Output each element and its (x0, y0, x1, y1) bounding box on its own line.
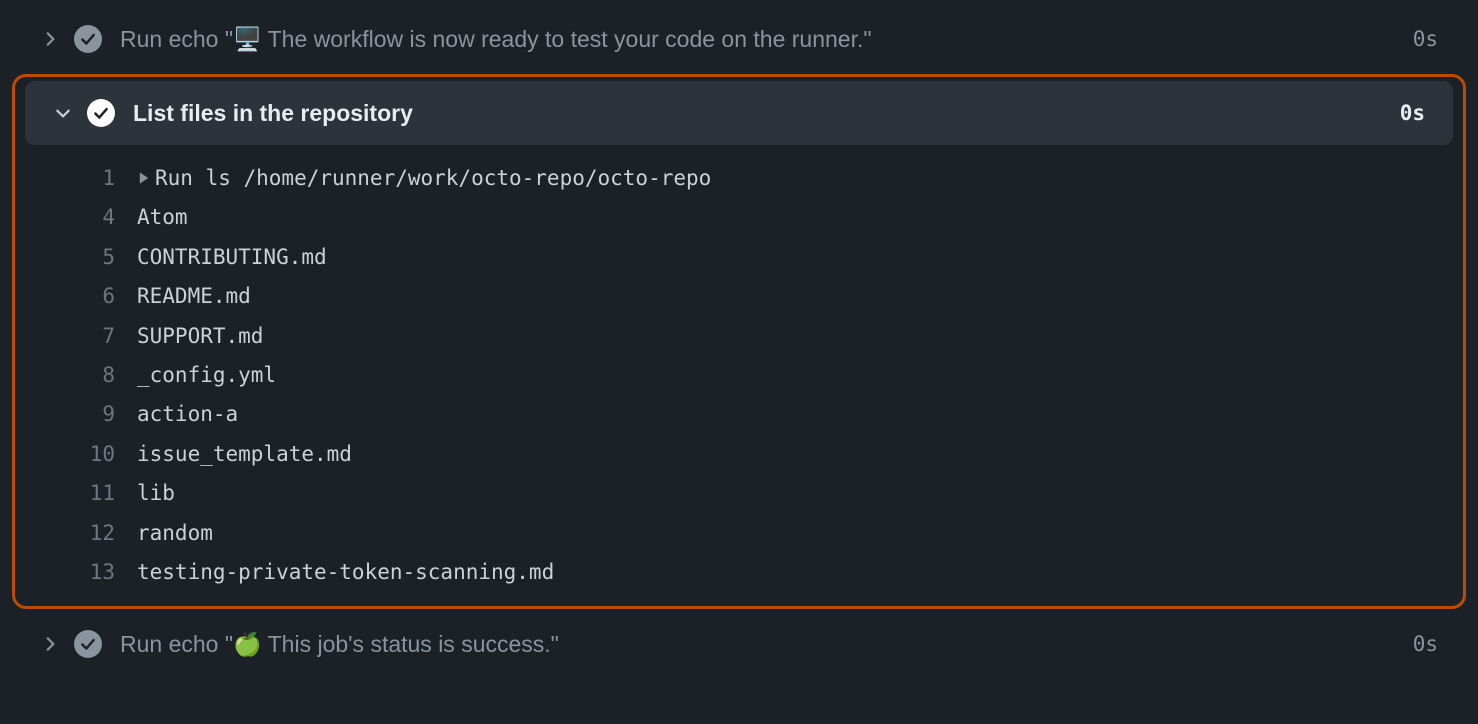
step-title: Run echo "🖥️ The workflow is now ready t… (120, 26, 1413, 53)
log-line: 13testing-private-token-scanning.md (15, 553, 1463, 592)
step-title: List files in the repository (133, 100, 1400, 127)
log-text: CONTRIBUTING.md (137, 243, 327, 272)
log-text: Atom (137, 203, 188, 232)
line-number: 12 (15, 519, 137, 548)
workflow-step-ready[interactable]: Run echo "🖥️ The workflow is now ready t… (0, 10, 1478, 68)
check-circle-icon (87, 99, 115, 127)
line-number: 11 (15, 479, 137, 508)
log-text: random (137, 519, 213, 548)
line-number: 13 (15, 558, 137, 587)
step-duration: 0s (1400, 101, 1425, 125)
chevron-down-icon (53, 103, 73, 123)
chevron-right-icon (40, 29, 60, 49)
log-text: README.md (137, 282, 251, 311)
line-number: 5 (15, 243, 137, 272)
log-text: action-a (137, 400, 238, 429)
check-circle-icon (74, 630, 102, 658)
log-line[interactable]: 1Run ls /home/runner/work/octo-repo/octo… (15, 159, 1463, 198)
step-title: Run echo "🍏 This job's status is success… (120, 631, 1413, 658)
log-output: 1Run ls /home/runner/work/octo-repo/octo… (15, 153, 1463, 592)
log-line: 4Atom (15, 198, 1463, 237)
log-line: 11lib (15, 474, 1463, 513)
workflow-step-status[interactable]: Run echo "🍏 This job's status is success… (0, 615, 1478, 673)
log-text: lib (137, 479, 175, 508)
log-text: Run ls /home/runner/work/octo-repo/octo-… (137, 164, 711, 193)
log-line: 7SUPPORT.md (15, 317, 1463, 356)
triangle-right-icon[interactable] (137, 171, 151, 185)
line-number: 8 (15, 361, 137, 390)
workflow-step-list[interactable]: List files in the repository 0s (25, 81, 1453, 145)
log-line: 9action-a (15, 395, 1463, 434)
step-duration: 0s (1413, 632, 1438, 656)
log-text: issue_template.md (137, 440, 352, 469)
log-text: SUPPORT.md (137, 322, 263, 351)
line-number: 4 (15, 203, 137, 232)
workflow-step-list-highlight: List files in the repository 0s 1Run ls … (12, 74, 1466, 609)
log-line: 12random (15, 514, 1463, 553)
log-line: 8_config.yml (15, 356, 1463, 395)
chevron-right-icon (40, 634, 60, 654)
line-number: 9 (15, 400, 137, 429)
log-line: 6README.md (15, 277, 1463, 316)
check-circle-icon (74, 25, 102, 53)
line-number: 1 (15, 164, 137, 193)
line-number: 10 (15, 440, 137, 469)
log-text: testing-private-token-scanning.md (137, 558, 554, 587)
step-duration: 0s (1413, 27, 1438, 51)
log-line: 10issue_template.md (15, 435, 1463, 474)
log-line: 5CONTRIBUTING.md (15, 238, 1463, 277)
line-number: 7 (15, 322, 137, 351)
line-number: 6 (15, 282, 137, 311)
log-text: _config.yml (137, 361, 276, 390)
